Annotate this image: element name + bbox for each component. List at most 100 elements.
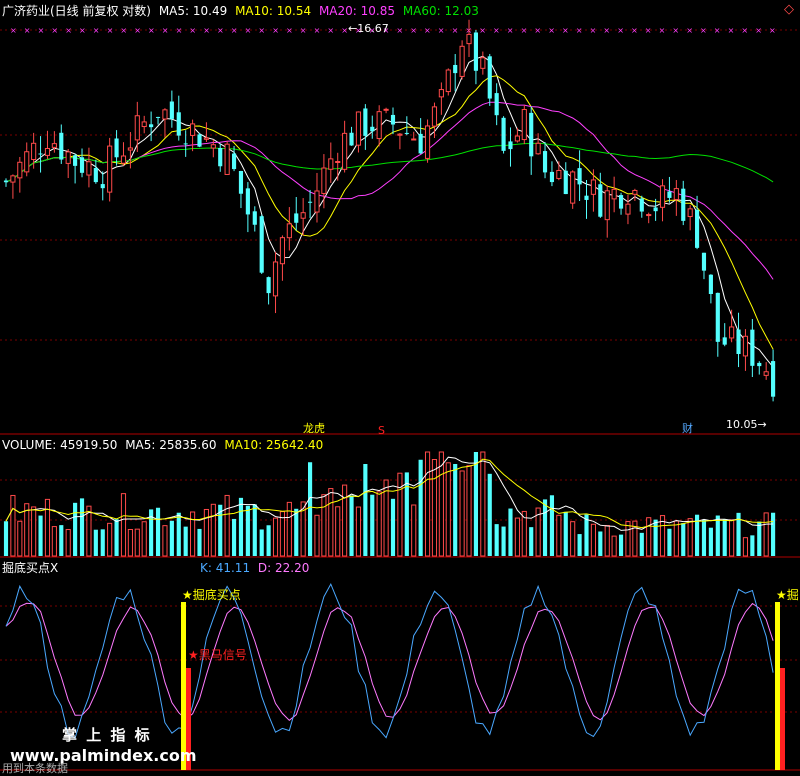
signal-marker: × (51, 26, 58, 35)
signal-marker: × (603, 26, 610, 35)
candle-body (307, 201, 313, 203)
candle-body (272, 261, 279, 297)
signal-marker: × (562, 26, 569, 35)
volume-bar (701, 519, 707, 556)
candle-body (404, 132, 409, 134)
volume-header: VOLUME: 45919.50 MA5: 25835.60 MA10: 256… (2, 438, 323, 452)
candle-body (390, 114, 396, 125)
volume-bar (3, 521, 9, 556)
candle-body (729, 326, 735, 339)
volume-bar (459, 470, 465, 557)
volume-bar (17, 520, 23, 557)
signal-marker: × (231, 26, 238, 35)
volume-bar (203, 508, 209, 557)
volume-bar (44, 498, 51, 557)
candle-body (210, 144, 216, 149)
candle-body (114, 138, 119, 158)
signal-marker: × (590, 26, 597, 35)
volume-bar (466, 465, 472, 557)
signal-marker: × (341, 26, 348, 35)
volume-bar (611, 535, 617, 557)
volume-bar (618, 534, 624, 556)
candle-body (44, 148, 51, 156)
k-line (5, 582, 774, 739)
candle-body (259, 216, 264, 273)
signal-marker: × (286, 26, 293, 35)
volume-bar (742, 537, 749, 557)
event-tag-s[interactable]: S (378, 424, 385, 438)
dark-horse-text: 黑马信号 (198, 648, 247, 662)
candle-body (203, 137, 209, 140)
diamond-icon[interactable]: ◇ (784, 3, 794, 17)
candle-body (141, 121, 147, 128)
candle-body (314, 190, 320, 213)
candle-body (521, 109, 527, 141)
volume-bar (604, 524, 610, 557)
candle-body (708, 274, 713, 294)
candle-body (625, 203, 631, 215)
candle-body (445, 69, 451, 93)
candle-body (231, 153, 237, 170)
star-icon-red: ★ (188, 648, 199, 662)
indicator-header: 掘底买点X (2, 561, 58, 575)
volume-bar (584, 514, 589, 556)
volume-bar (376, 491, 382, 557)
candle-body (266, 277, 271, 294)
event-tag-lhb[interactable]: 龙虎 (303, 422, 325, 436)
candle-body (218, 147, 223, 167)
candle-body (59, 132, 64, 160)
volume-bar (231, 518, 237, 556)
volume-bar (114, 519, 119, 556)
candle-body (176, 112, 181, 136)
volume-bar (480, 451, 486, 557)
volume-bar (183, 526, 188, 556)
volume-bar (342, 484, 348, 557)
volume-bar (79, 498, 85, 556)
candle-body (459, 45, 465, 77)
signal-marker: × (314, 26, 321, 35)
signal-marker: × (741, 26, 748, 35)
signal-marker: × (686, 26, 693, 35)
signal-marker: × (438, 26, 445, 35)
candle-body (681, 188, 686, 221)
signal-marker: × (521, 26, 528, 35)
candlestick-layer (3, 19, 776, 402)
star-icon: ★ (182, 588, 193, 602)
candle-body (38, 153, 43, 155)
volume-bar (73, 502, 78, 556)
event-tag-finance[interactable]: 财 (682, 422, 693, 436)
buy-signal-bar-yellow (181, 602, 186, 770)
signal-marker: × (576, 26, 583, 35)
candle-body (556, 169, 562, 179)
candle-body (190, 123, 196, 136)
volume-bar (508, 508, 513, 556)
volume-bar (65, 529, 71, 557)
volume-bar (501, 526, 506, 556)
volume-bar (363, 464, 368, 556)
candle-body (342, 132, 348, 170)
candle-body (535, 142, 541, 155)
buy-signal-text: 掘底买点 (192, 588, 241, 602)
signal-marker: × (534, 26, 541, 35)
candle-body (494, 93, 499, 116)
volume-ma5-label: MA5: 25835.60 (125, 438, 217, 452)
volume-bar (328, 488, 334, 557)
volume-bar (681, 523, 686, 556)
volume-bar (639, 532, 644, 556)
volume-bar (529, 527, 534, 556)
candle-body (335, 161, 341, 164)
signal-marker: × (148, 26, 155, 35)
volume-bar (31, 506, 37, 557)
volume-bar (390, 498, 396, 556)
candle-body (149, 124, 154, 128)
volume-bar (653, 519, 658, 556)
signal-marker: × (714, 26, 721, 35)
candle-body (93, 168, 98, 183)
candle-body (667, 191, 672, 198)
volume-bar (266, 525, 271, 556)
volume-bar (514, 517, 520, 557)
volume-bar (445, 462, 451, 557)
signal-marker: × (452, 26, 459, 35)
candle-body (722, 337, 727, 345)
candle-body (604, 190, 610, 221)
